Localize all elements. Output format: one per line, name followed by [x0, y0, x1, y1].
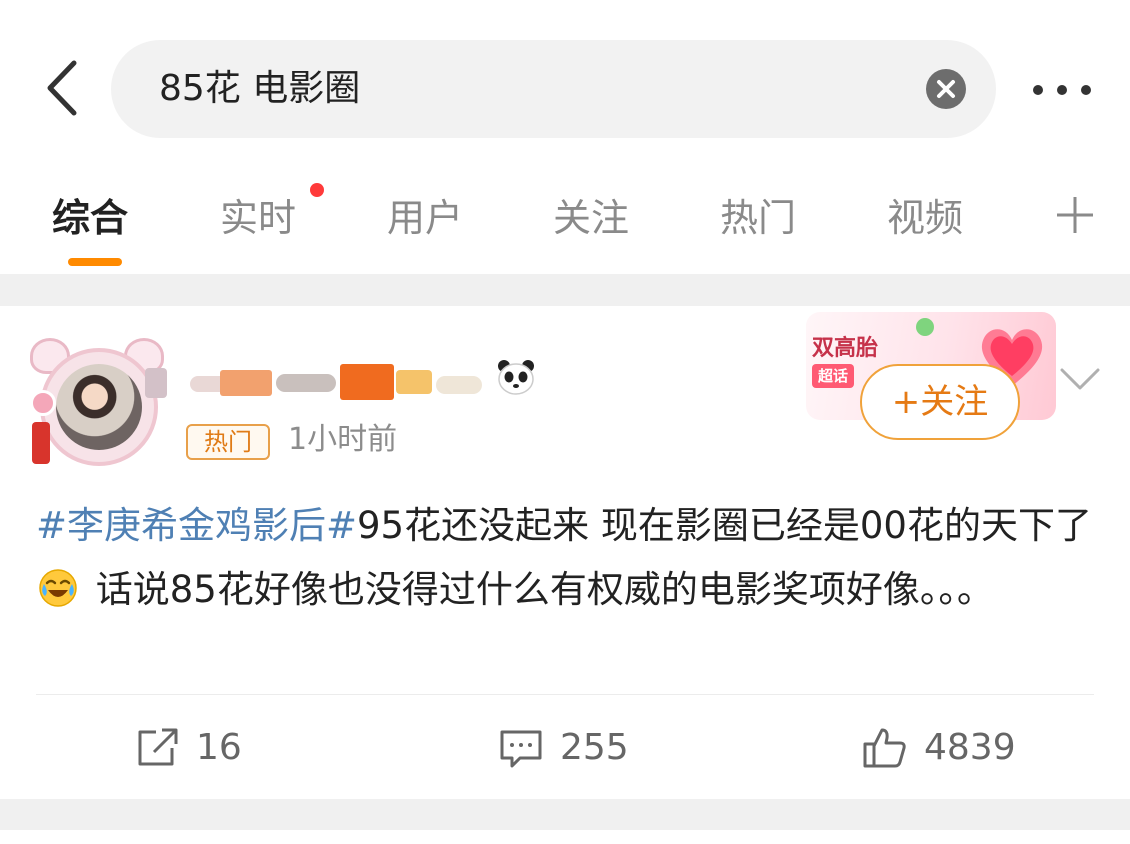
- post-card[interactable]: 热门 1小时前 双高胎 超话 +关注 #李庚希金鸡影后#95花还没起来 现在影圈…: [0, 306, 1130, 799]
- post-time: 1小时前: [288, 422, 398, 457]
- search-query[interactable]: 85花 电影圈: [159, 40, 360, 138]
- more-icon: [1033, 85, 1091, 95]
- laugh-cry-emoji: [39, 569, 77, 607]
- more-button[interactable]: [1026, 70, 1098, 110]
- avatar-charm-decoration: [32, 422, 50, 464]
- post-text-part1: 95花还没起来 现在影圈已经是00花的天下了: [357, 504, 1092, 547]
- back-arrow-icon: [47, 60, 77, 116]
- clear-search-button[interactable]: [926, 69, 966, 109]
- tab-realtime[interactable]: 实时: [220, 188, 296, 248]
- search-header: 85花 电影圈: [0, 0, 1130, 150]
- panda-icon: [498, 360, 534, 395]
- avatar-photo: [56, 364, 142, 450]
- promo-decoration: [916, 318, 934, 336]
- avatar-frame: [40, 348, 158, 466]
- realtime-notification-dot: [310, 183, 324, 197]
- post-content: #李庚希金鸡影后#95花还没起来 现在影圈已经是00花的天下了 话说85花好像也…: [36, 494, 1096, 622]
- promo-tag: 超话: [812, 364, 854, 388]
- avatar[interactable]: [28, 332, 164, 472]
- post-menu-button[interactable]: [1058, 364, 1102, 394]
- search-tabs: 综合 实时 用户 关注 热门 视频: [0, 170, 1130, 270]
- like-count: 4839: [924, 727, 1016, 768]
- post-text-part2: 话说85花好像也没得过什么有权威的电影奖项好像。。。: [84, 568, 994, 611]
- repost-icon: [138, 728, 178, 766]
- chevron-down-icon: [1060, 368, 1100, 390]
- tab-hot[interactable]: 热门: [720, 188, 796, 248]
- redaction-mark: [340, 364, 394, 400]
- hot-badge: 热门: [186, 424, 270, 460]
- back-button[interactable]: [36, 55, 92, 121]
- username-redacted[interactable]: [145, 356, 490, 402]
- redaction-mark: [145, 368, 167, 398]
- section-gap: [0, 799, 1130, 830]
- follow-button[interactable]: +关注: [860, 364, 1020, 440]
- clear-icon: [937, 80, 955, 98]
- like-icon: [863, 728, 906, 768]
- redaction-mark: [220, 370, 272, 396]
- redaction-mark: [436, 376, 482, 394]
- comment-icon: [500, 730, 542, 768]
- comment-button[interactable]: 255: [498, 718, 658, 778]
- repost-count: 16: [196, 727, 242, 768]
- active-tab-indicator: [68, 258, 122, 266]
- section-gap: [0, 274, 1130, 306]
- plus-icon: [1057, 197, 1093, 233]
- tab-comprehensive[interactable]: 综合: [52, 188, 128, 248]
- avatar-flower-decoration: [30, 390, 56, 416]
- search-input[interactable]: 85花 电影圈: [111, 40, 996, 138]
- tab-following[interactable]: 关注: [553, 188, 629, 248]
- tab-users[interactable]: 用户: [387, 188, 463, 248]
- topic-link[interactable]: #李庚希金鸡影后#: [36, 504, 357, 547]
- tab-video[interactable]: 视频: [887, 188, 963, 248]
- repost-button[interactable]: 16: [134, 718, 274, 778]
- like-button[interactable]: 4839: [862, 718, 1042, 778]
- add-tab-button[interactable]: [1055, 195, 1095, 235]
- redaction-mark: [276, 374, 336, 392]
- comment-count: 255: [560, 727, 629, 768]
- redaction-mark: [396, 370, 432, 394]
- divider: [36, 694, 1094, 695]
- promo-title: 双高胎: [812, 336, 879, 361]
